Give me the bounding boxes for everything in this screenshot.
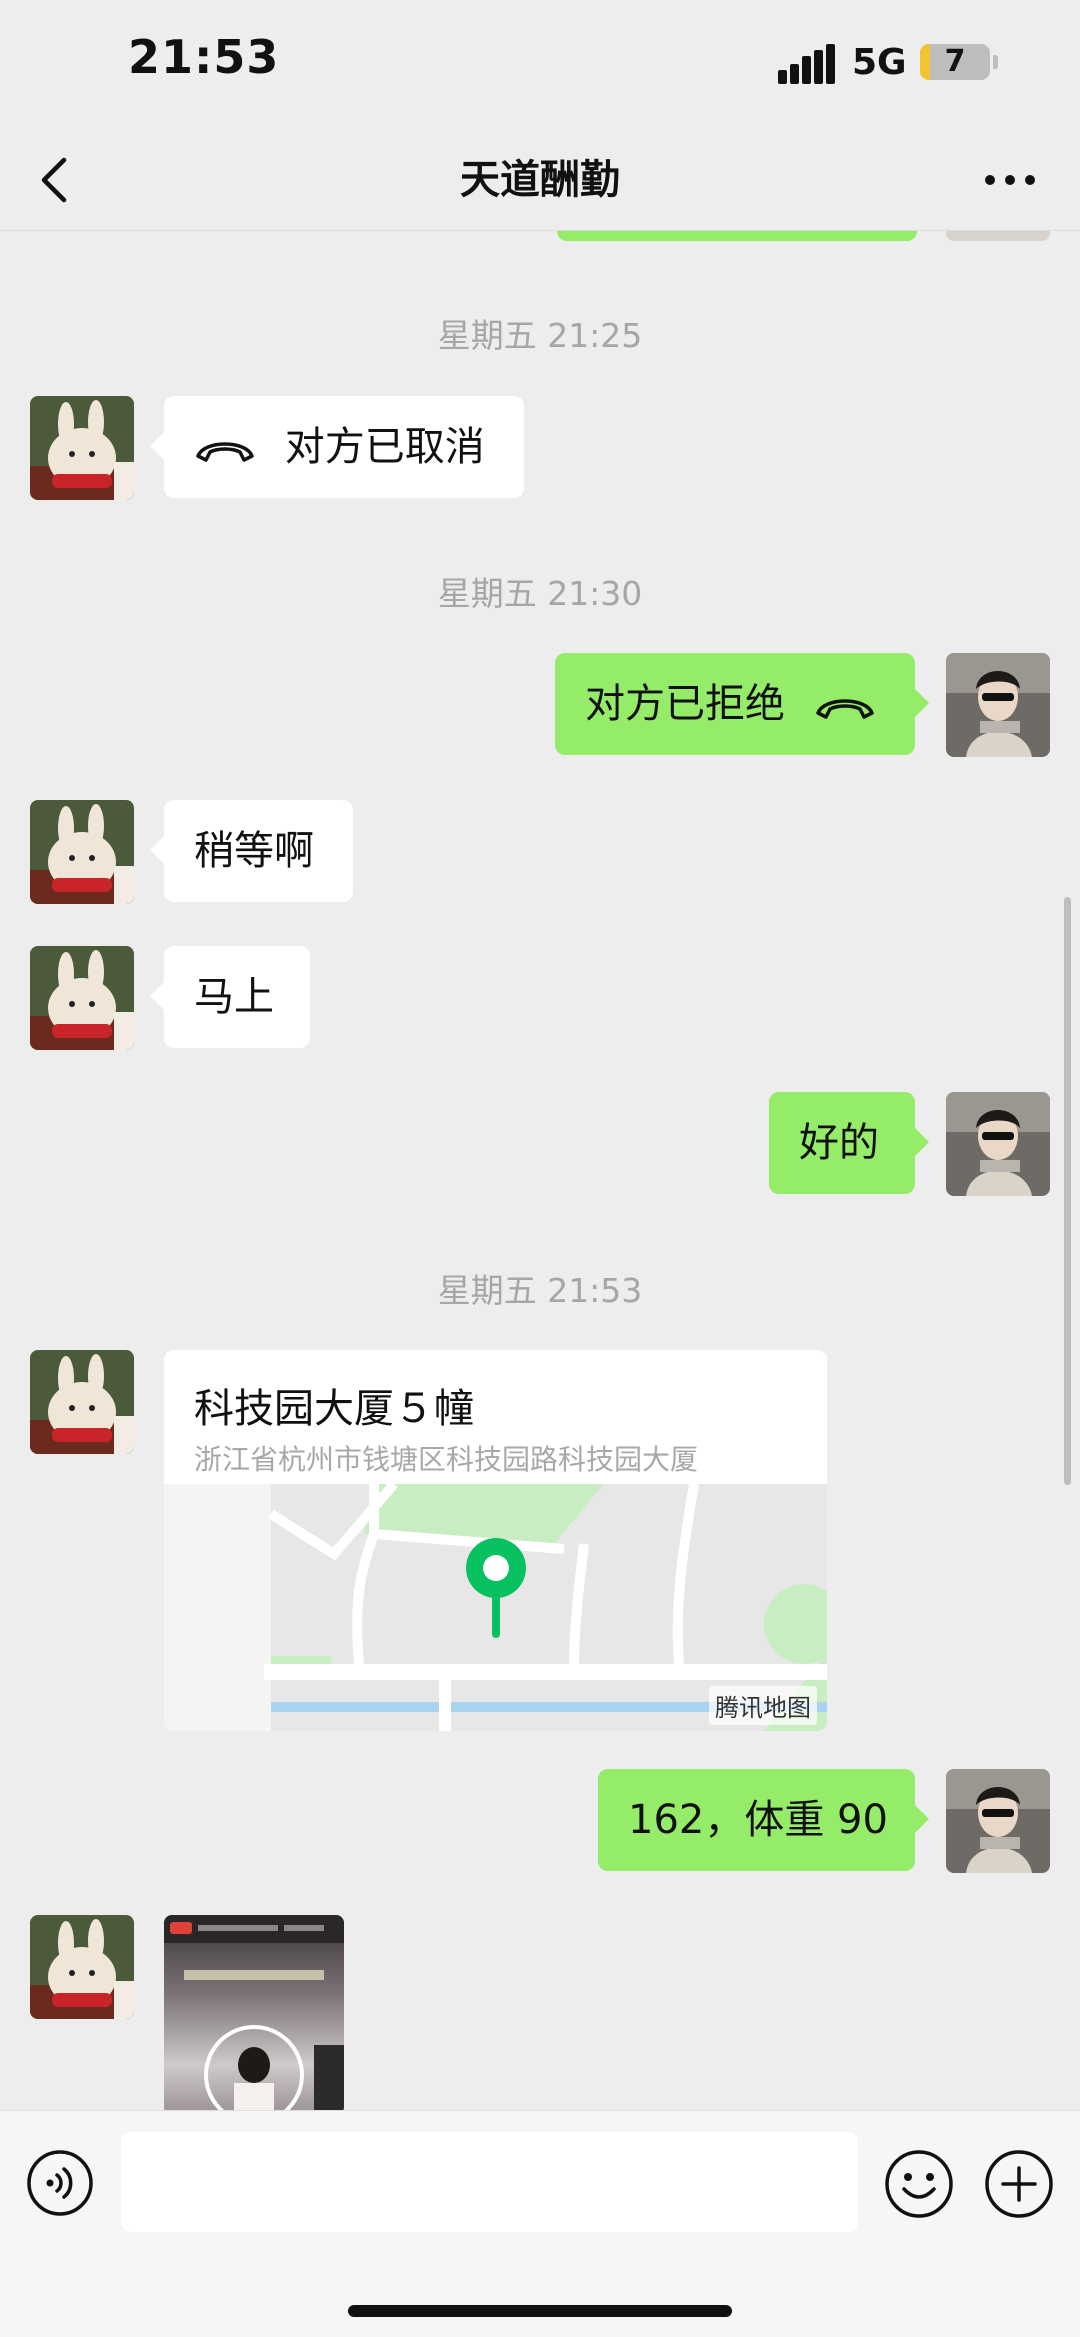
timestamp: 星期五 21:53: [437, 1271, 643, 1310]
input-bar: [0, 2110, 1080, 2337]
battery-icon: 7: [920, 44, 990, 80]
video-message-thumbnail[interactable]: [164, 1915, 344, 2110]
bunny-avatar-image: [30, 396, 134, 500]
self-avatar-image: [946, 1769, 1050, 1873]
location-name: 科技园大厦５幢: [194, 1386, 474, 1432]
call-status-bubble[interactable]: 对方已取消: [150, 396, 524, 498]
voice-icon[interactable]: [26, 2149, 94, 2217]
bunny-avatar-image: [30, 1915, 134, 2019]
plus-icon[interactable]: [984, 2149, 1054, 2219]
location-card[interactable]: 科技园大厦５幢 浙江省杭州市钱塘区科技园路科技园大厦 腾讯地图: [164, 1350, 827, 1731]
message-list[interactable]: 星期五 21:25 对方已取消 星期五 21:30 对方已拒绝 稍等啊 马上 好…: [0, 231, 1080, 2110]
bunny-avatar-image: [30, 800, 134, 904]
more-dots-icon[interactable]: [980, 160, 1040, 200]
message-bubble[interactable]: 稍等啊: [150, 800, 353, 902]
phone-hangup-icon: [196, 442, 254, 462]
network-type: 5G: [852, 42, 907, 83]
battery-tip: [993, 55, 998, 69]
previous-message-bubble-fragment: [557, 231, 917, 241]
chat-screen: 21:53 5G 7 天道酬勤 星期五 21:25 对方已取消 星期五 21:3…: [0, 0, 1080, 2337]
message-bubble[interactable]: 马上: [150, 946, 310, 1048]
timestamp: 星期五 21:30: [437, 574, 643, 613]
avatar-contact[interactable]: [30, 1350, 134, 1454]
call-status-text: 对方已取消: [284, 424, 485, 470]
video-preview-image: [164, 1915, 344, 2110]
map-credit: 腾讯地图: [709, 1686, 817, 1725]
timestamp: 星期五 21:25: [437, 316, 643, 355]
location-address: 浙江省杭州市钱塘区科技园路科技园大厦: [194, 1443, 699, 1476]
status-bar: 21:53 5G 7: [0, 0, 1080, 130]
location-map: 腾讯地图: [164, 1480, 827, 1731]
phone-hangup-icon: [815, 699, 874, 719]
signal-icon: [778, 44, 836, 84]
call-status-bubble[interactable]: 对方已拒绝: [555, 653, 929, 755]
self-avatar-image: [946, 653, 1050, 757]
bunny-avatar-image: [30, 1350, 134, 1454]
call-status-text: 对方已拒绝: [585, 681, 785, 727]
map-pin-icon: [466, 1538, 526, 1638]
self-avatar-image: [946, 1092, 1050, 1196]
message-bubble[interactable]: 162，体重 90: [598, 1769, 929, 1871]
avatar-self[interactable]: [946, 1769, 1050, 1873]
battery-level: 7: [944, 44, 966, 79]
bunny-avatar-image: [30, 946, 134, 1050]
message-input[interactable]: [121, 2132, 858, 2232]
avatar-self-fragment: [946, 231, 1050, 241]
avatar-self[interactable]: [946, 1092, 1050, 1196]
avatar-contact[interactable]: [30, 396, 134, 500]
chat-title: 天道酬勤: [460, 157, 620, 203]
avatar-self[interactable]: [946, 653, 1050, 757]
home-indicator[interactable]: [348, 2305, 732, 2317]
avatar-contact[interactable]: [30, 1915, 134, 2019]
nav-bar: 天道酬勤: [0, 130, 1080, 231]
status-time: 21:53: [128, 30, 280, 84]
emoji-icon[interactable]: [884, 2149, 954, 2219]
scrollbar[interactable]: [1064, 897, 1071, 1485]
avatar-contact[interactable]: [30, 800, 134, 904]
avatar-contact[interactable]: [30, 946, 134, 1050]
message-bubble[interactable]: 好的: [769, 1092, 929, 1194]
